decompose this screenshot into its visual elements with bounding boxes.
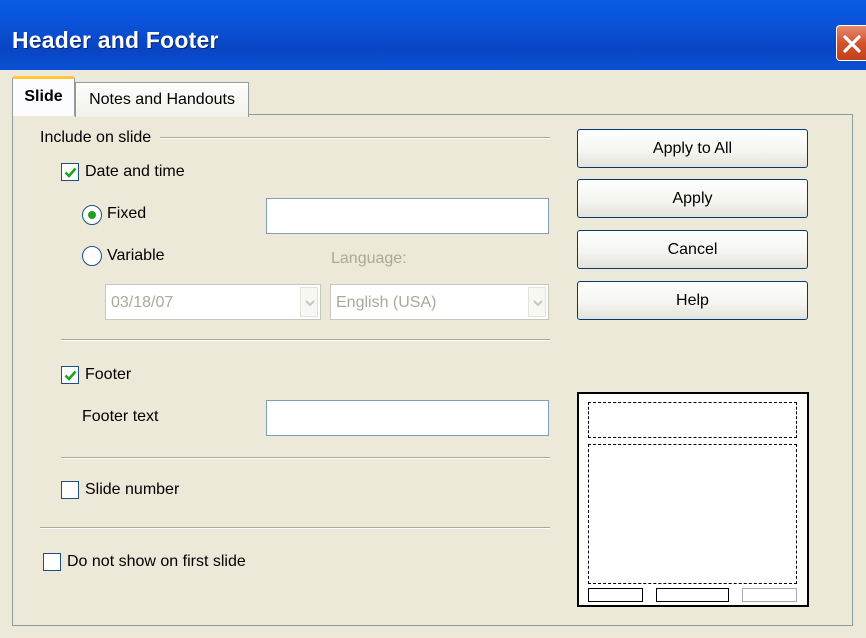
- help-button[interactable]: Help: [577, 281, 808, 320]
- variable-radio[interactable]: [82, 246, 102, 266]
- language-dropdown[interactable]: English (USA): [330, 284, 549, 320]
- slide-layout-preview: [577, 392, 809, 607]
- header-footer-dialog: Header and Footer Slide Notes and Handou…: [0, 0, 866, 638]
- first-slide-label: Do not show on first slide: [67, 553, 246, 570]
- tab-slide-label: Slide: [24, 88, 63, 105]
- radio-selected-dot: [88, 211, 96, 219]
- footer-label: Footer: [85, 366, 132, 383]
- tab-slide[interactable]: Slide: [12, 76, 75, 116]
- footer-checkbox[interactable]: [61, 366, 79, 384]
- preview-slide-number-area: [742, 588, 797, 602]
- separator: [40, 527, 550, 529]
- footer-text-label: Footer text: [82, 408, 159, 425]
- footer-text-input[interactable]: [266, 400, 549, 436]
- fixed-label: Fixed: [107, 205, 147, 222]
- preview-date-area: [588, 588, 643, 602]
- language-value: English (USA): [336, 294, 437, 311]
- dropdown-arrow[interactable]: [300, 287, 318, 317]
- window-title: Header and Footer: [12, 27, 219, 53]
- fixed-radio[interactable]: [82, 205, 102, 225]
- separator: [61, 339, 550, 341]
- chevron-down-icon: [533, 300, 543, 307]
- date-time-checkbox[interactable]: [61, 163, 79, 181]
- preview-footer-area: [656, 588, 729, 602]
- date-time-label: Date and time: [85, 163, 185, 180]
- checkmark-icon: [64, 167, 77, 178]
- language-label: Language:: [331, 250, 407, 267]
- slide-number-checkbox[interactable]: [61, 481, 79, 499]
- fixed-date-input[interactable]: [266, 198, 549, 234]
- preview-content-area: [588, 444, 797, 584]
- include-separator: [160, 137, 550, 139]
- variable-format-dropdown[interactable]: 03/18/07: [105, 284, 321, 320]
- close-icon: [843, 35, 861, 53]
- variable-format-value: 03/18/07: [111, 294, 174, 311]
- checkmark-icon: [64, 370, 77, 381]
- close-button[interactable]: [836, 25, 866, 61]
- include-on-slide-label: Include on slide: [40, 129, 152, 146]
- preview-title-area: [588, 402, 797, 438]
- tab-notes-and-handouts[interactable]: Notes and Handouts: [75, 82, 249, 117]
- apply-button[interactable]: Apply: [577, 179, 808, 218]
- dropdown-arrow[interactable]: [528, 287, 546, 317]
- cancel-button[interactable]: Cancel: [577, 230, 808, 269]
- slide-number-label: Slide number: [85, 481, 180, 498]
- apply-to-all-button[interactable]: Apply to All: [577, 129, 808, 168]
- title-bar[interactable]: Header and Footer: [0, 0, 866, 70]
- first-slide-checkbox[interactable]: [43, 553, 61, 571]
- separator: [61, 457, 550, 459]
- variable-label: Variable: [107, 247, 165, 264]
- chevron-down-icon: [305, 300, 315, 307]
- tab-notes-label: Notes and Handouts: [89, 91, 235, 108]
